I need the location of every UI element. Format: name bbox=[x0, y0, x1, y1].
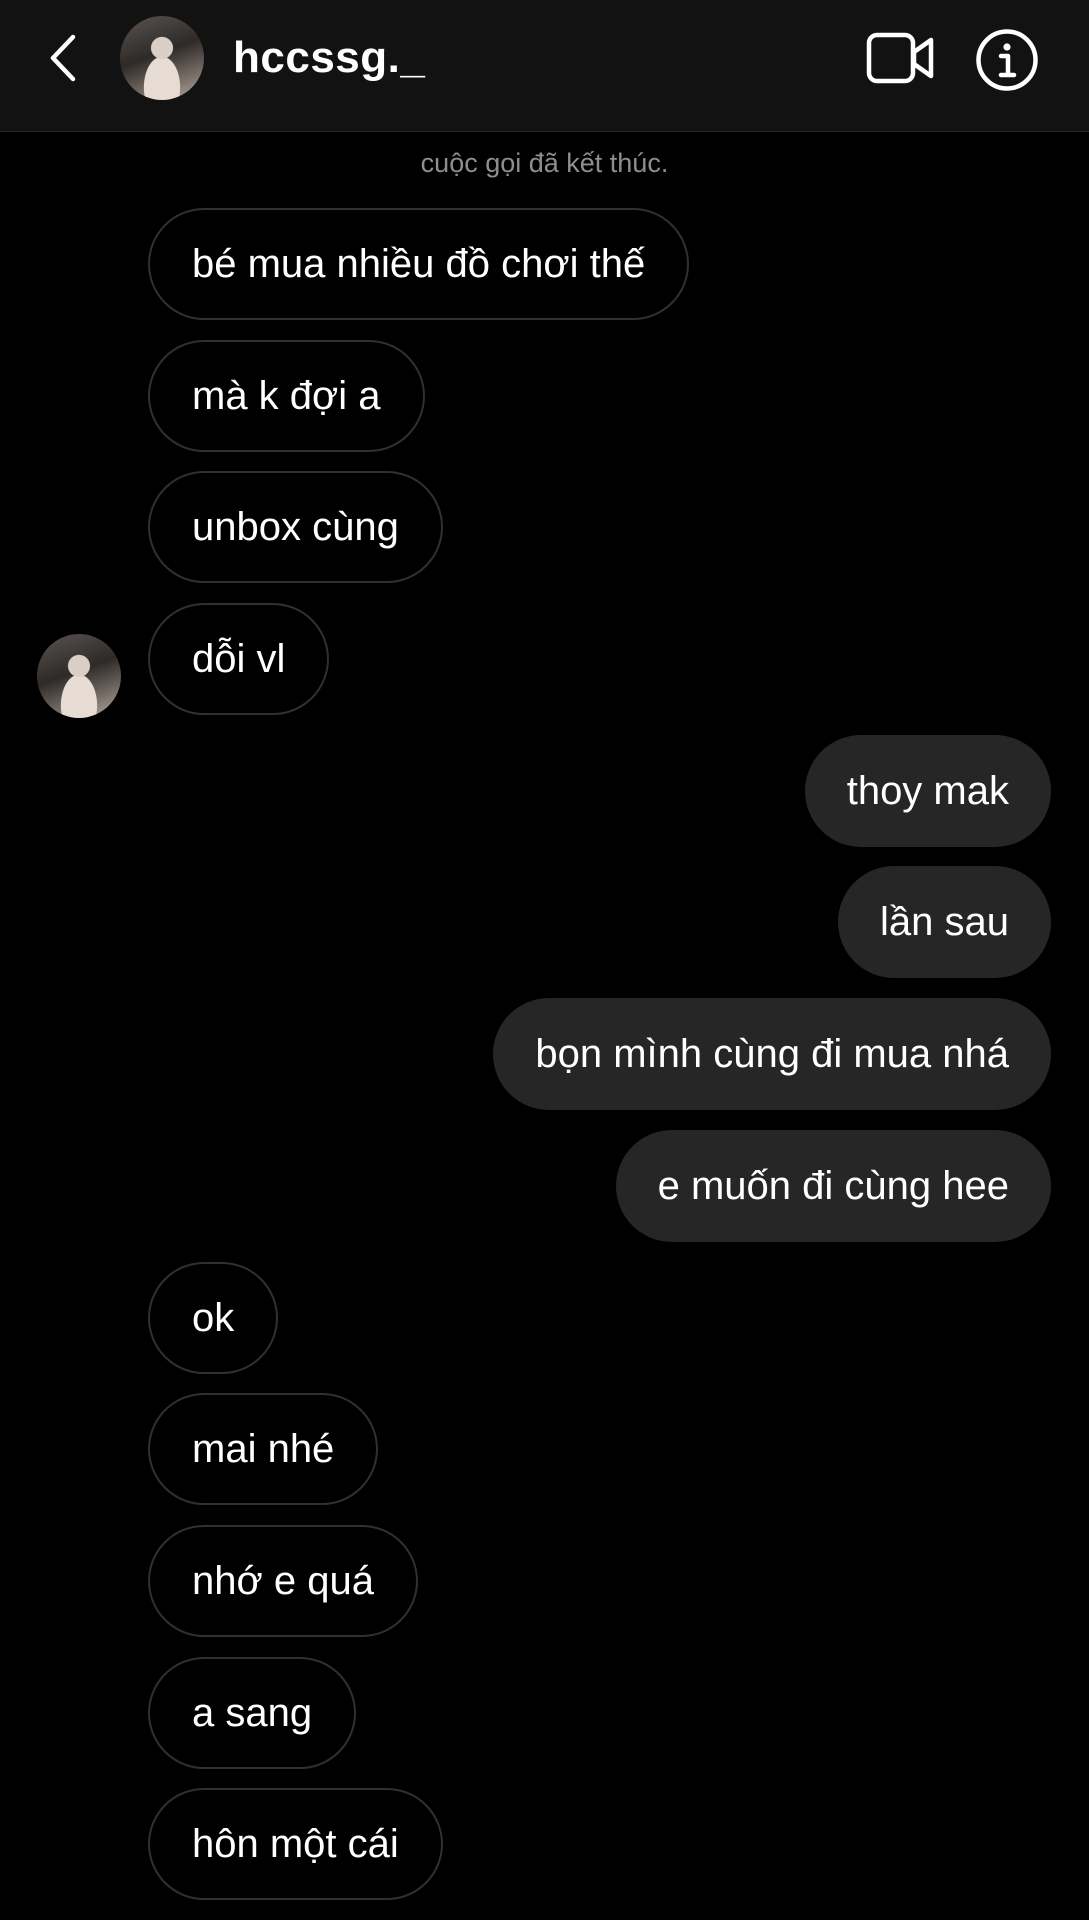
message-bubble-incoming[interactable]: mai nhé bbox=[148, 1393, 379, 1505]
video-camera-icon bbox=[866, 32, 934, 84]
avatar-photo bbox=[120, 16, 204, 100]
video-call-button[interactable] bbox=[866, 30, 936, 86]
back-button[interactable] bbox=[34, 26, 90, 90]
message-bubble-outgoing[interactable]: e muốn đi cùng hee bbox=[615, 1130, 1051, 1242]
chat-header: hccssg._ bbox=[0, 0, 1089, 132]
message-bubble-incoming[interactable]: a sang bbox=[148, 1657, 357, 1769]
info-button[interactable] bbox=[975, 28, 1039, 92]
sender-avatar[interactable] bbox=[37, 634, 121, 718]
contact-avatar[interactable] bbox=[120, 16, 204, 100]
message-bubble-outgoing[interactable]: bọn mình cùng đi mua nhá bbox=[493, 998, 1051, 1110]
message-bubble-incoming[interactable]: unbox cùng bbox=[148, 471, 443, 583]
info-icon bbox=[976, 29, 1038, 91]
message-bubble-incoming[interactable]: hôn một cái bbox=[148, 1788, 443, 1900]
message-bubble-incoming[interactable]: ok bbox=[148, 1262, 279, 1374]
message-bubble-incoming[interactable]: bé mua nhiều đồ chơi thế bbox=[148, 208, 690, 320]
call-ended-notice: cuộc gọi đã kết thúc. bbox=[420, 148, 669, 178]
message-bubble-incoming[interactable]: mà k đợi a bbox=[148, 340, 425, 452]
message-bubble-outgoing[interactable]: thoy mak bbox=[804, 735, 1051, 847]
message-bubble-outgoing[interactable]: lần sau bbox=[838, 866, 1051, 978]
contact-username[interactable]: hccssg._ bbox=[233, 28, 425, 88]
chevron-left-icon bbox=[50, 34, 76, 82]
message-bubble-incoming[interactable]: nhớ e quá bbox=[148, 1525, 418, 1637]
message-bubble-incoming[interactable]: dỗi vl bbox=[148, 603, 330, 715]
avatar-photo bbox=[37, 634, 121, 718]
